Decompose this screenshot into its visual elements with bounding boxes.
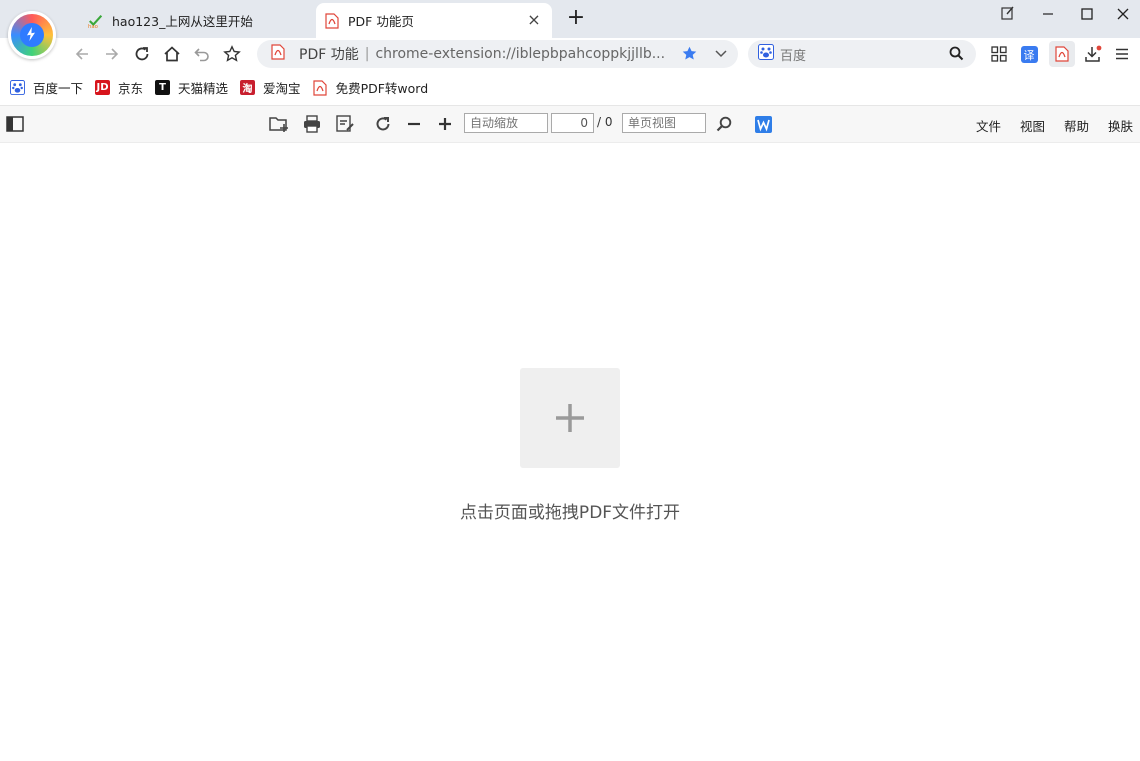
svg-text:译: 译	[1023, 49, 1034, 62]
open-file-dropzone[interactable]	[520, 368, 620, 468]
browser-logo-icon[interactable]	[8, 11, 56, 59]
pdf-extension-icon[interactable]	[1049, 41, 1075, 67]
zoom-select[interactable]	[464, 113, 548, 133]
download-icon[interactable]	[1083, 44, 1103, 64]
view-mode-select[interactable]	[622, 113, 706, 133]
pdf-icon	[271, 44, 285, 64]
bookmark-aitaobao[interactable]: 淘 爱淘宝	[240, 78, 301, 97]
plus-icon	[556, 404, 584, 432]
tab-title: hao123_上网从这里开始	[112, 14, 253, 29]
url-text[interactable]: chrome-extension://iblepbpahcoppkjjllb..…	[375, 46, 665, 62]
tmall-icon: T	[155, 80, 171, 95]
sidebar-toggle-icon[interactable]	[5, 114, 25, 134]
menu-view[interactable]: 视图	[1020, 116, 1045, 135]
menu-icon[interactable]	[1112, 44, 1132, 64]
pdf-icon	[313, 79, 328, 96]
svg-text:hao: hao	[88, 24, 98, 29]
taobao-icon: 淘	[240, 80, 256, 95]
home-icon[interactable]	[160, 42, 184, 66]
tab-title: PDF 功能页	[348, 14, 414, 29]
wps-word-icon[interactable]	[753, 114, 773, 134]
chevron-down-icon[interactable]	[714, 46, 728, 64]
open-hint-text: 点击页面或拖拽PDF文件打开	[459, 503, 681, 523]
minimize-icon[interactable]	[1036, 6, 1060, 26]
menu-file[interactable]: 文件	[976, 116, 1001, 135]
forward-arrow-icon[interactable]	[100, 42, 124, 66]
pdf-toolbar: / 0 文件 视图 帮助 换肤	[0, 106, 1140, 143]
new-tab-icon[interactable]: +	[565, 7, 587, 29]
close-icon[interactable]: ×	[526, 12, 542, 28]
menu-skin[interactable]: 换肤	[1108, 116, 1133, 135]
open-file-icon[interactable]	[269, 114, 289, 134]
bookmark-label: 京东	[118, 81, 144, 96]
jd-icon: JD	[95, 80, 111, 95]
search-icon[interactable]	[714, 114, 734, 134]
baidu-paw-icon	[758, 44, 774, 64]
bookmark-label: 百度一下	[33, 81, 84, 96]
page-number-input[interactable]	[551, 113, 594, 133]
zoom-in-icon[interactable]	[435, 114, 455, 134]
bookmarks-bar: 百度一下 JD 京东 T 天猫精选 淘 爱淘宝 免费PDF转word	[0, 70, 1140, 106]
bookmark-label: 免费PDF转word	[335, 81, 429, 96]
bookmark-label: 爱淘宝	[263, 81, 301, 96]
address-bar[interactable]: PDF 功能 | chrome-extension://iblepbpahcop…	[257, 40, 738, 68]
qr-apps-icon[interactable]	[989, 44, 1009, 64]
bookmark-jd[interactable]: JD 京东	[95, 78, 143, 97]
bookmark-tmall[interactable]: T 天猫精选	[155, 78, 228, 97]
zoom-out-icon[interactable]	[404, 114, 424, 134]
maximize-icon[interactable]	[1075, 6, 1099, 26]
search-box[interactable]: 百度	[748, 40, 976, 68]
pdf-icon	[324, 12, 340, 29]
reload-icon[interactable]	[130, 42, 154, 66]
tab-hao123[interactable]: hao hao123_上网从这里开始	[80, 3, 310, 38]
save-edit-icon[interactable]	[335, 114, 355, 134]
bookmark-pdf-to-word[interactable]: 免费PDF转word	[313, 78, 429, 97]
undo-close-tab-icon[interactable]	[190, 42, 214, 66]
menu-help[interactable]: 帮助	[1064, 116, 1089, 135]
search-icon[interactable]	[949, 46, 964, 65]
tab-pdf-functions[interactable]: PDF 功能页 ×	[316, 3, 552, 38]
page-total: / 0	[597, 115, 613, 129]
print-icon[interactable]	[302, 114, 322, 134]
hao123-icon: hao	[88, 13, 104, 29]
favorites-star-icon[interactable]	[220, 42, 244, 66]
rotate-icon[interactable]	[373, 114, 393, 134]
search-placeholder: 百度	[780, 48, 807, 64]
translate-icon[interactable]: 译	[1019, 44, 1039, 64]
navigation-bar: PDF 功能 | chrome-extension://iblepbpahcop…	[0, 38, 1140, 70]
address-separator: |	[364, 46, 370, 62]
window-close-icon[interactable]	[1111, 6, 1135, 26]
note-edit-icon[interactable]	[996, 6, 1020, 26]
back-arrow-icon[interactable]	[70, 42, 94, 66]
baidu-paw-icon	[10, 80, 25, 95]
tab-strip: hao hao123_上网从这里开始 PDF 功能页 × +	[0, 0, 1140, 38]
bookmark-label: 天猫精选	[178, 81, 229, 96]
bookmark-star-icon[interactable]	[681, 45, 698, 66]
site-name: PDF 功能	[299, 47, 359, 63]
bookmark-baidu[interactable]: 百度一下	[10, 78, 83, 97]
